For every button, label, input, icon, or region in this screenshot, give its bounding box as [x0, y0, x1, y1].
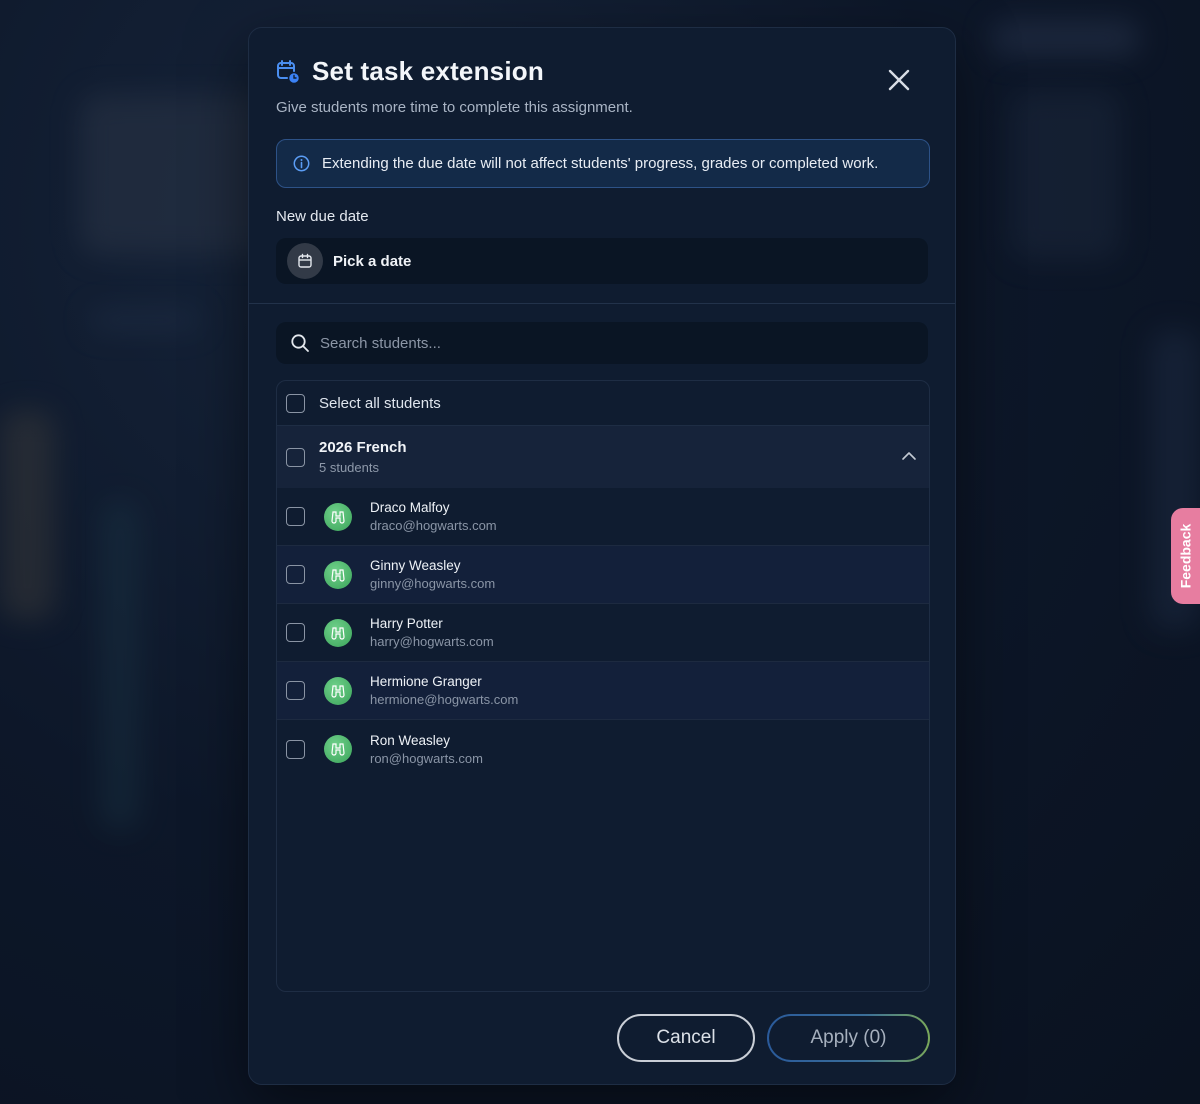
binoculars-icon: [324, 502, 352, 531]
group-name: 2026 French: [319, 439, 407, 456]
task-extension-modal: Set task extension Give students more ti…: [248, 27, 956, 1085]
due-date-label: New due date: [276, 208, 369, 225]
calendar-clock-icon: [276, 59, 301, 85]
student-name: Draco Malfoy: [370, 500, 450, 515]
close-button[interactable]: [883, 64, 915, 96]
student-email: draco@hogwarts.com: [370, 518, 497, 533]
binoculars-icon: [324, 618, 352, 647]
modal-title: Set task extension: [312, 56, 544, 86]
close-icon: [888, 69, 910, 91]
chevron-up-icon[interactable]: [899, 446, 919, 466]
date-picker-label: Pick a date: [333, 252, 412, 270]
student-name: Hermione Granger: [370, 674, 482, 689]
calendar-icon: [287, 243, 323, 279]
search-bar: [276, 322, 928, 364]
group-checkbox[interactable]: [286, 447, 305, 467]
modal-header: Set task extension Give students more ti…: [276, 56, 928, 116]
select-all-checkbox[interactable]: [286, 393, 305, 413]
select-all-label: Select all students: [319, 394, 441, 412]
student-row[interactable]: Ron Weasley ron@hogwarts.com: [277, 720, 929, 778]
student-row[interactable]: Ginny Weasley ginny@hogwarts.com: [277, 546, 929, 604]
student-checkbox[interactable]: [286, 565, 305, 584]
student-list-panel: Select all students 2026 French 5 studen…: [276, 380, 930, 992]
student-name: Harry Potter: [370, 616, 443, 631]
date-picker[interactable]: Pick a date: [276, 238, 928, 284]
section-divider: [249, 303, 955, 304]
group-row[interactable]: 2026 French 5 students: [277, 426, 929, 488]
feedback-label: Feedback: [1177, 523, 1194, 589]
student-name: Ginny Weasley: [370, 558, 461, 573]
student-email: ron@hogwarts.com: [370, 750, 483, 766]
student-checkbox[interactable]: [286, 681, 305, 700]
student-email: hermione@hogwarts.com: [370, 692, 519, 707]
student-row[interactable]: Harry Potter harry@hogwarts.com: [277, 604, 929, 662]
cancel-button[interactable]: Cancel: [617, 1014, 755, 1062]
student-email: harry@hogwarts.com: [370, 634, 494, 649]
binoculars-icon: [324, 560, 352, 589]
student-row[interactable]: Draco Malfoy draco@hogwarts.com: [277, 488, 929, 546]
student-checkbox[interactable]: [286, 623, 305, 642]
student-email: ginny@hogwarts.com: [370, 576, 496, 591]
info-banner: Extending the due date will not affect s…: [276, 139, 930, 188]
binoculars-icon: [324, 735, 352, 763]
student-checkbox[interactable]: [286, 507, 305, 526]
binoculars-icon: [324, 676, 352, 705]
student-name: Ron Weasley: [370, 732, 451, 748]
student-row[interactable]: Hermione Granger hermione@hogwarts.com: [277, 662, 929, 720]
feedback-tab[interactable]: Feedback: [1171, 508, 1200, 604]
info-icon: [293, 155, 310, 172]
group-count: 5 students: [319, 460, 379, 475]
select-all-row[interactable]: Select all students: [277, 381, 929, 426]
modal-subtitle: Give students more time to complete this…: [276, 99, 633, 116]
search-input[interactable]: [320, 334, 880, 352]
apply-button[interactable]: Apply (0): [767, 1014, 930, 1062]
student-checkbox[interactable]: [286, 739, 305, 759]
search-icon: [291, 334, 309, 352]
info-text: Extending the due date will not affect s…: [322, 155, 879, 172]
